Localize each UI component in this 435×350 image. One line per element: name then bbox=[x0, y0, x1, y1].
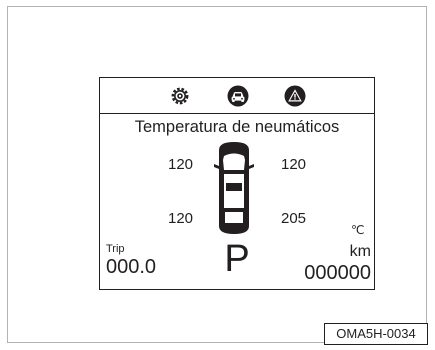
tire-temp-rear-left: 120 bbox=[168, 210, 194, 227]
gear-icon bbox=[171, 87, 189, 105]
screen-title: Temperatura de neumáticos bbox=[134, 118, 340, 136]
tire-temp-rear-right: 205 bbox=[281, 210, 307, 227]
tire-temp-front-left: 120 bbox=[168, 156, 194, 173]
distance-unit-label: km bbox=[349, 243, 371, 260]
tire-temp-front-right: 120 bbox=[281, 156, 307, 173]
instrument-display: Temperatura de neumáticos 120 120 120 20… bbox=[99, 77, 375, 290]
temperature-unit: ℃ bbox=[351, 223, 365, 237]
car-front-icon bbox=[227, 85, 249, 107]
odometer-value: 000000 bbox=[304, 262, 371, 284]
figure-code-label: OMA5H-0034 bbox=[324, 323, 428, 345]
car-top-view-icon bbox=[214, 142, 254, 234]
display-icon-bar bbox=[100, 78, 374, 114]
warning-triangle-icon bbox=[284, 85, 306, 107]
figure-frame: Temperatura de neumáticos 120 120 120 20… bbox=[7, 6, 428, 345]
